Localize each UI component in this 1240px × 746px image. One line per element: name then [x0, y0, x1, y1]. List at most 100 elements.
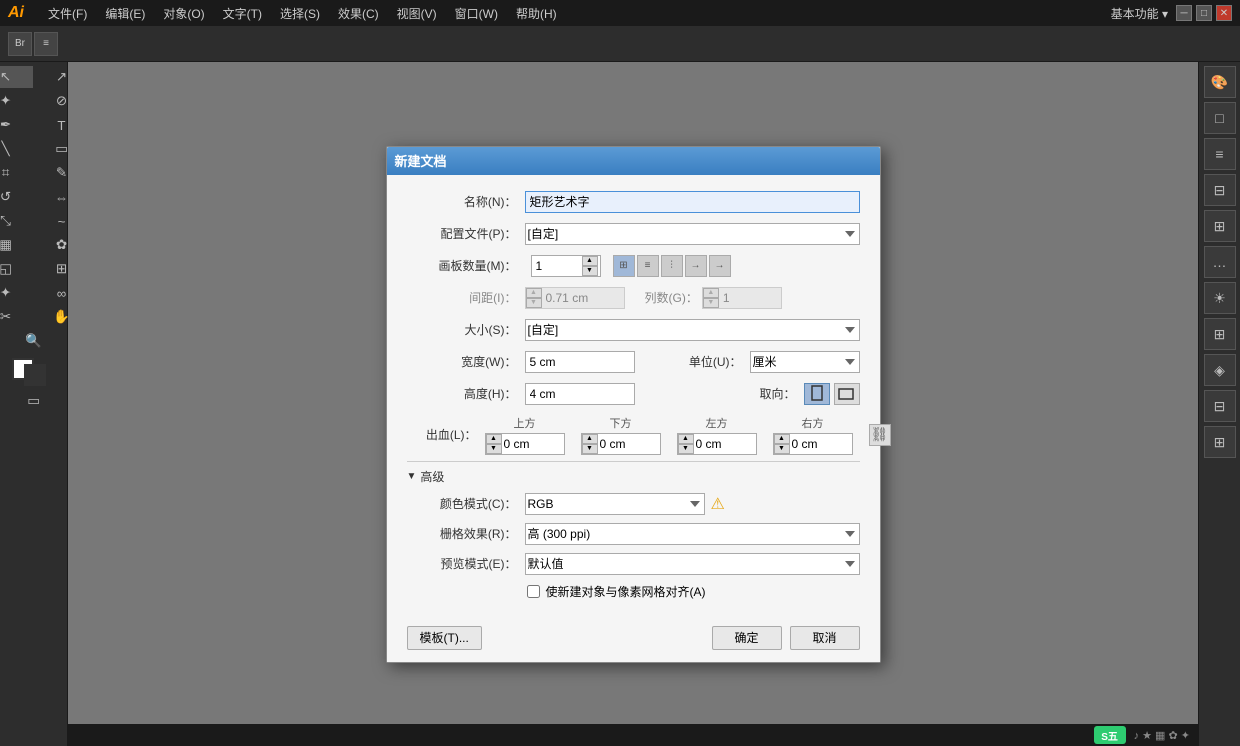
rotate-tool[interactable]: ↺	[0, 186, 33, 208]
size-select[interactable]: [自定]	[525, 319, 860, 341]
unit-select[interactable]: 厘米	[750, 351, 860, 373]
canvas-area: 新建文档 名称(N)： 配置文件(P)： [自定]	[68, 62, 1198, 746]
portrait-btn[interactable]	[804, 383, 830, 405]
menu-file[interactable]: 文件(F)	[40, 3, 95, 24]
bleed-left-up[interactable]: ▲	[678, 434, 694, 444]
stroke-swatch[interactable]	[24, 364, 46, 386]
bleed-right-spinners: ▲ ▼	[774, 434, 790, 454]
row-layout-icon[interactable]: ≡	[637, 255, 659, 277]
eyedropper-tool[interactable]: ✦	[0, 282, 33, 304]
menu-edit[interactable]: 编辑(E)	[97, 3, 153, 24]
arrange-icon[interactable]: →	[685, 255, 707, 277]
transform-panel-btn[interactable]: ⊞	[1204, 210, 1236, 242]
bleed-left-down[interactable]: ▼	[678, 444, 694, 454]
brush-tool[interactable]: ⌗	[0, 162, 33, 184]
chain-btn[interactable]: ⛓	[869, 424, 891, 446]
sun-btn[interactable]: ☀	[1204, 282, 1236, 314]
color-mode-label: 颜色模式(C)：	[407, 495, 517, 512]
menu-help[interactable]: 帮助(H)	[508, 3, 565, 24]
scissors-tool[interactable]: ✂	[0, 306, 33, 328]
triangle-icon: ▼	[407, 471, 417, 482]
raster-select[interactable]: 高 (300 ppi) 中 (150 ppi) 低 (72 ppi)	[525, 523, 860, 545]
brush-panel-btn[interactable]: ≡	[1204, 138, 1236, 170]
bleed-bottom-up[interactable]: ▲	[582, 434, 598, 444]
zoom-tool[interactable]: 🔍	[7, 330, 61, 352]
extra-icon[interactable]: ≡	[34, 32, 58, 56]
menu-text[interactable]: 文字(T)	[215, 3, 270, 24]
close-btn[interactable]: ✕	[1216, 5, 1232, 21]
menu-select[interactable]: 选择(S)	[272, 3, 328, 24]
raster-label: 栅格效果(R)：	[407, 525, 517, 542]
height-input[interactable]	[525, 383, 635, 405]
profile-label: 配置文件(P)：	[407, 225, 517, 242]
bleed-top-down[interactable]: ▼	[486, 444, 502, 454]
grid-panel-btn[interactable]: ⊞	[1204, 318, 1236, 350]
color-panel-btn[interactable]: 🎨	[1204, 66, 1236, 98]
ok-button[interactable]: 确定	[712, 626, 782, 650]
unit-label: 单位(U)：	[672, 353, 742, 370]
gap-field: ▲ ▼	[525, 287, 625, 309]
preview-select[interactable]: 默认值	[525, 553, 860, 575]
next-icon[interactable]: →	[709, 255, 731, 277]
landscape-btn[interactable]	[834, 383, 860, 405]
status-right: S五 ♪ ★ ▦ ✿ ✦	[1094, 726, 1190, 744]
profile-select[interactable]: [自定]	[525, 223, 860, 245]
gap-row: 间距(I)： ▲ ▼ 列数(G)： ▲ ▼	[407, 287, 860, 309]
panel9-btn[interactable]: ◈	[1204, 354, 1236, 386]
version-badge: S五	[1094, 726, 1126, 744]
height-orient-row: 高度(H)： 取向：	[407, 383, 860, 405]
col-label: 列数(G)：	[645, 289, 698, 306]
bleed-bottom-down[interactable]: ▼	[582, 444, 598, 454]
menu-window[interactable]: 窗口(W)	[447, 3, 506, 24]
template-button[interactable]: 模板(T)...	[407, 626, 482, 650]
pen-tool[interactable]: ✒	[0, 114, 33, 136]
line-tool[interactable]: ╲	[0, 138, 33, 160]
menu-object[interactable]: 对象(O)	[155, 3, 212, 24]
select-tool[interactable]: ↖	[0, 66, 33, 88]
col-layout-icon[interactable]: ⫶	[661, 255, 683, 277]
maximize-btn[interactable]: □	[1196, 5, 1212, 21]
graph-tool[interactable]: ▦	[0, 234, 33, 256]
magic-wand-icon: ✦	[0, 93, 14, 109]
layer-panel-btn[interactable]: □	[1204, 102, 1236, 134]
align-panel-btn[interactable]: ⊟	[1204, 174, 1236, 206]
align-checkbox[interactable]	[527, 585, 540, 598]
bleed-right-up[interactable]: ▲	[774, 434, 790, 444]
raster-effects-row: 栅格效果(R)： 高 (300 ppi) 中 (150 ppi) 低 (72 p…	[407, 523, 860, 545]
scale-icon: ⤡	[0, 213, 14, 229]
grid-layout-icon[interactable]: ⊞	[613, 255, 635, 277]
name-input[interactable]	[525, 191, 860, 213]
menu-view[interactable]: 视图(V)	[389, 3, 445, 24]
line-icon: ╲	[0, 141, 14, 157]
bleed-right-down[interactable]: ▼	[774, 444, 790, 454]
scale-tool[interactable]: ⤡	[0, 210, 33, 232]
bleed-top-input[interactable]	[502, 434, 562, 454]
workspace-label[interactable]: 基本功能 ▾	[1111, 5, 1168, 22]
bleed-left-input[interactable]	[694, 434, 754, 454]
more-panel-btn[interactable]: …	[1204, 246, 1236, 278]
color-mode-select[interactable]: RGB CMYK	[525, 493, 705, 515]
bleed-bottom-input[interactable]	[598, 434, 658, 454]
artboard-input[interactable]	[532, 256, 582, 276]
bleed-top-up[interactable]: ▲	[486, 434, 502, 444]
bleed-right-input[interactable]	[790, 434, 850, 454]
menu-effect[interactable]: 效果(C)	[330, 3, 387, 24]
artboard-up[interactable]: ▲	[582, 256, 598, 266]
screen-mode-tool[interactable]: ▭	[7, 390, 61, 412]
gradient-tool[interactable]: ◱	[0, 258, 33, 280]
cancel-button[interactable]: 取消	[790, 626, 860, 650]
minimize-btn[interactable]: ─	[1176, 5, 1192, 21]
bleed-bottom-field: ▲ ▼	[581, 433, 661, 455]
br-icon[interactable]: Br	[8, 32, 32, 56]
advanced-toggle[interactable]: ▼ 高级	[407, 468, 860, 485]
col-field: ▲ ▼	[702, 287, 782, 309]
bleed-label: 出血(L)：	[407, 426, 477, 443]
panel10-btn[interactable]: ⊟	[1204, 390, 1236, 422]
panel11-btn[interactable]: ⊞	[1204, 426, 1236, 458]
tool-row-12: 🔍	[7, 330, 61, 352]
col-up: ▲	[703, 288, 719, 298]
color-swatches	[12, 358, 56, 388]
magic-wand-tool[interactable]: ✦	[0, 90, 33, 112]
width-input[interactable]	[525, 351, 635, 373]
artboard-down[interactable]: ▼	[582, 266, 598, 276]
